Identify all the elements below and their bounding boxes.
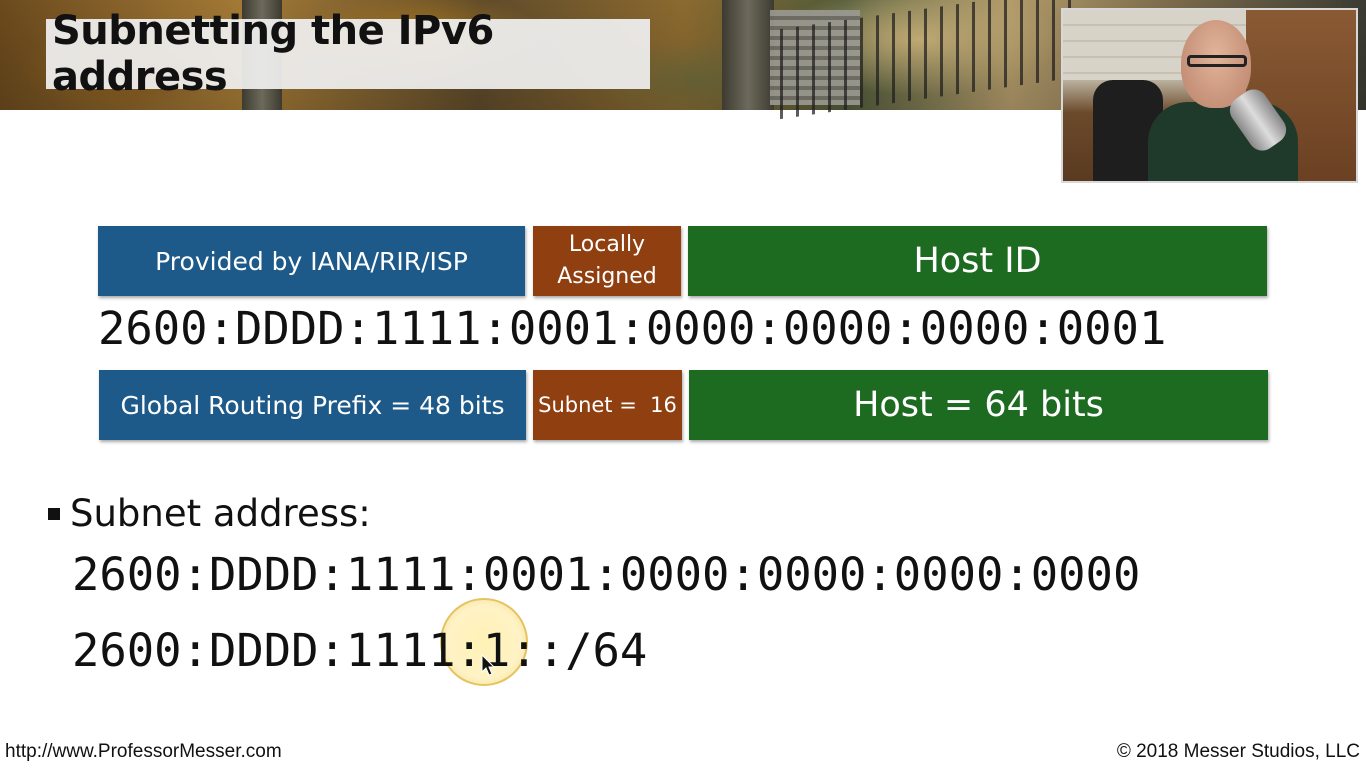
bullet-text: Subnet address: xyxy=(70,492,371,535)
full-ipv6-address: 2600:DDDD:1111:0001:0000:0000:0000:0001 xyxy=(98,302,1167,355)
bullet-square-icon xyxy=(48,507,60,520)
global-prefix-label: Global Routing Prefix = 48 bits xyxy=(120,390,505,420)
bullet-item: Subnet address: xyxy=(48,492,371,535)
subnet-label: Subnet = 16 xyxy=(538,393,677,417)
subnet-address-full: 2600:DDDD:1111:0001:0000:0000:0000:0000 xyxy=(72,548,1141,601)
provider-label-bar: Provided by IANA/RIR/ISP xyxy=(98,226,525,296)
host-bits-label: Host = 64 bits xyxy=(853,385,1104,425)
host-id-bar: Host ID xyxy=(688,226,1267,296)
title-box: Subnetting the IPv6 address xyxy=(46,8,650,100)
presenter-glasses xyxy=(1187,55,1247,67)
presenter-webcam xyxy=(1061,8,1358,183)
footer-copyright: © 2018 Messer Studios, LLC xyxy=(1116,741,1360,762)
slide-title: Subnetting the IPv6 address xyxy=(52,8,494,100)
locally-label-line1: Locally xyxy=(568,232,646,257)
cursor-arrow-icon xyxy=(481,654,495,676)
provider-label: Provided by IANA/RIR/ISP xyxy=(155,246,468,276)
locally-label-line2: Assigned xyxy=(557,264,657,289)
host-id-label: Host ID xyxy=(913,241,1042,281)
subnet-bar: Subnet = 16 xyxy=(533,370,682,440)
locally-assigned-bar: Locally Assigned xyxy=(533,226,681,296)
host-bits-bar: Host = 64 bits xyxy=(689,370,1268,440)
footer-url[interactable]: http://www.ProfessorMesser.com xyxy=(5,741,282,763)
global-prefix-bar: Global Routing Prefix = 48 bits xyxy=(99,370,526,440)
tree-trunk xyxy=(722,0,774,110)
subnet-address-short: 2600:DDDD:1111:1::/64 xyxy=(72,624,648,677)
